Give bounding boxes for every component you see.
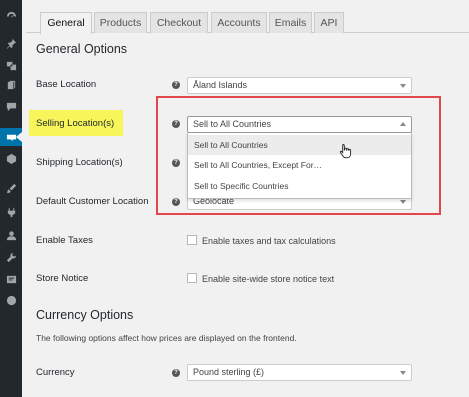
base-location-value: Åland Islands (193, 80, 248, 90)
selling-locations-label: Selling Location(s) (36, 118, 115, 129)
currency-options-heading: Currency Options (36, 308, 134, 322)
currency-select[interactable]: Pound sterling (£) (187, 364, 412, 381)
chevron-down-icon (400, 371, 406, 375)
default-customer-location-label: Default Customer Location (36, 196, 149, 207)
tab-general[interactable]: General (40, 12, 92, 34)
hand-cursor-icon (339, 144, 352, 159)
tools-icon[interactable] (3, 250, 19, 264)
settings-icon[interactable] (3, 272, 19, 286)
pages-icon[interactable] (3, 78, 19, 92)
comments-icon[interactable] (3, 99, 19, 113)
admin-sidebar (0, 0, 22, 397)
plugins-icon[interactable] (3, 205, 19, 219)
help-icon[interactable]: ? (172, 81, 180, 89)
active-menu-arrow (16, 132, 22, 142)
pin-icon[interactable] (3, 36, 19, 50)
enable-taxes-checkbox[interactable] (187, 235, 197, 245)
settings-tabs: General Products Checkout Accounts Email… (26, 0, 469, 34)
users-icon[interactable] (3, 228, 19, 242)
appearance-icon[interactable] (3, 181, 19, 195)
tab-emails[interactable]: Emails (269, 12, 312, 33)
annotation-box (156, 96, 441, 215)
enable-taxes-label: Enable Taxes (36, 235, 93, 246)
tab-api[interactable]: API (314, 12, 344, 33)
base-location-label: Base Location (36, 79, 97, 90)
tab-accounts[interactable]: Accounts (211, 12, 267, 33)
collapse-icon[interactable] (3, 293, 19, 307)
enable-taxes-checkbox-label[interactable]: Enable taxes and tax calculations (202, 236, 336, 246)
shipping-locations-label: Shipping Location(s) (36, 157, 123, 168)
currency-options-description: The following options affect how prices … (36, 333, 297, 343)
base-location-select[interactable]: Åland Islands (187, 77, 412, 94)
tab-checkout[interactable]: Checkout (150, 12, 208, 33)
store-notice-checkbox-label[interactable]: Enable site-wide store notice text (202, 274, 334, 284)
currency-label: Currency (36, 367, 75, 378)
store-notice-checkbox[interactable] (187, 273, 197, 283)
media-icon[interactable] (3, 58, 19, 72)
general-options-heading: General Options (36, 42, 128, 56)
products-icon[interactable] (3, 151, 19, 165)
chevron-down-icon (400, 84, 406, 88)
store-notice-label: Store Notice (36, 273, 89, 284)
currency-value: Pound sterling (£) (193, 367, 265, 377)
dashboard-icon[interactable] (3, 9, 19, 23)
tab-products[interactable]: Products (94, 12, 147, 33)
help-icon[interactable]: ? (172, 369, 180, 377)
